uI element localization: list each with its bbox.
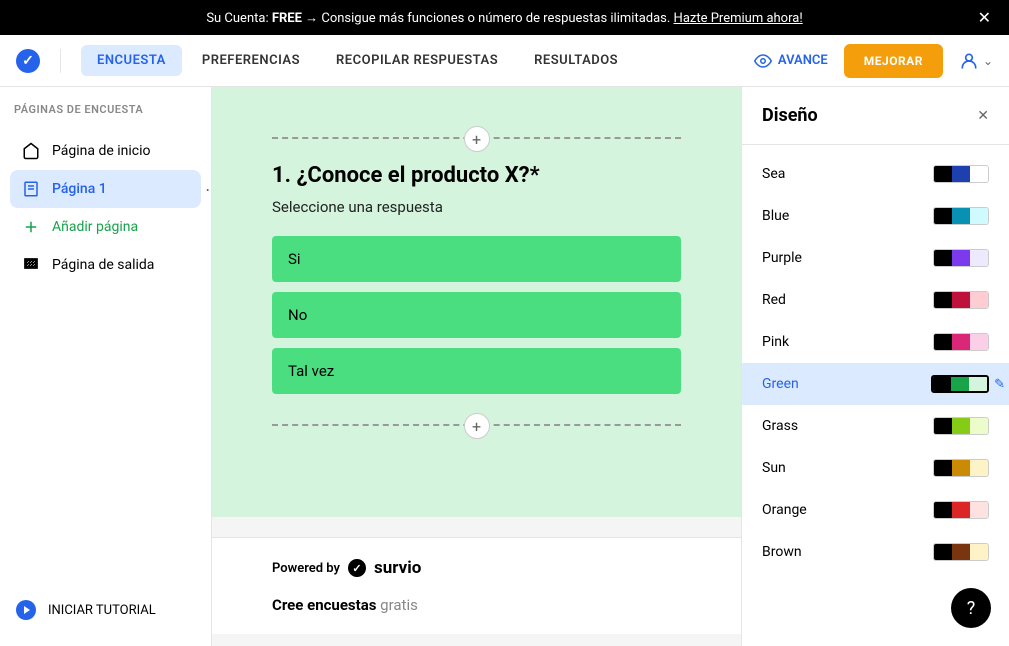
user-menu[interactable]: ⌄ xyxy=(959,51,993,71)
theme-name: Brown xyxy=(762,544,802,560)
design-panel: Diseño ✕ Sea Blue Purple Red Pink Green ✎ Grass… xyxy=(741,87,1009,646)
sidebar-item-label: Página 1 xyxy=(52,181,107,197)
theme-name: Pink xyxy=(762,334,789,350)
theme-row-purple[interactable]: Purple xyxy=(742,237,1009,279)
sidebar-item-label: Página de salida xyxy=(52,257,154,273)
home-icon xyxy=(22,142,40,160)
eye-icon xyxy=(754,52,772,70)
theme-name: Orange xyxy=(762,502,807,518)
theme-swatch xyxy=(933,417,989,435)
add-question-button[interactable]: + xyxy=(464,413,490,439)
page-icon xyxy=(22,180,40,198)
theme-row-sun[interactable]: Sun xyxy=(742,447,1009,489)
answer-option[interactable]: No xyxy=(272,292,681,338)
play-icon xyxy=(16,600,36,620)
tab-recopilar[interactable]: RECOPILAR RESPUESTAS xyxy=(320,45,514,76)
design-title: Diseño xyxy=(762,105,818,126)
theme-name: Purple xyxy=(762,250,802,266)
banner-prefix: Su Cuenta: xyxy=(206,11,272,26)
brand-logo-icon: ✓ xyxy=(348,559,366,577)
theme-swatch xyxy=(933,291,989,309)
sidebar-item-add-page[interactable]: Añadir página xyxy=(10,208,201,246)
nav-tabs: ENCUESTA PREFERENCIAS RECOPILAR RESPUEST… xyxy=(81,45,634,76)
theme-row-pink[interactable]: Pink xyxy=(742,321,1009,363)
upgrade-banner: Su Cuenta: FREE → Consigue más funciones… xyxy=(0,0,1009,35)
theme-name: Sea xyxy=(762,166,785,182)
theme-row-brown[interactable]: Brown xyxy=(742,531,1009,573)
add-divider-bottom: + xyxy=(272,424,681,426)
chevron-down-icon: ⌄ xyxy=(983,54,993,68)
brand-name: survio xyxy=(374,558,421,578)
user-icon xyxy=(959,51,979,71)
theme-list: Sea Blue Purple Red Pink Green ✎ Grass Sun Orange… xyxy=(742,145,1009,646)
plus-icon xyxy=(22,218,40,236)
preview-label: AVANCE xyxy=(778,53,828,68)
answer-option[interactable]: Si xyxy=(272,236,681,282)
tab-resultados[interactable]: RESULTADOS xyxy=(518,45,634,76)
theme-name: Blue xyxy=(762,208,789,224)
theme-swatch xyxy=(933,501,989,519)
question-title[interactable]: 1. ¿Conoce el producto X?* xyxy=(272,163,681,188)
sidebar: PÁGINAS DE ENCUESTA Página de inicio Pág… xyxy=(0,87,212,646)
tab-encuesta[interactable]: ENCUESTA xyxy=(81,45,182,76)
footer-section: Powered by ✓ survio Cree encuestas grati… xyxy=(212,537,741,634)
edit-theme-icon[interactable]: ✎ xyxy=(994,377,1005,392)
survey-canvas: + 1. ¿Conoce el producto X?* Seleccione … xyxy=(212,87,741,646)
app-logo-icon[interactable] xyxy=(16,49,40,73)
close-banner-icon[interactable]: ✕ xyxy=(978,8,991,27)
theme-swatch xyxy=(933,459,989,477)
answer-option[interactable]: Tal vez xyxy=(272,348,681,394)
sidebar-item-home[interactable]: Página de inicio xyxy=(10,132,201,170)
theme-row-grass[interactable]: Grass xyxy=(742,405,1009,447)
theme-swatch xyxy=(933,207,989,225)
theme-swatch xyxy=(933,543,989,561)
cree-text: Cree encuestas gratis xyxy=(272,596,681,614)
banner-middle: → Consigue más funciones o número de res… xyxy=(302,11,674,26)
theme-name: Red xyxy=(762,292,786,308)
theme-name: Grass xyxy=(762,418,798,434)
banner-plan: FREE xyxy=(272,11,302,26)
sidebar-title: PÁGINAS DE ENCUESTA xyxy=(10,103,201,116)
theme-swatch xyxy=(933,165,989,183)
tab-preferencias[interactable]: PREFERENCIAS xyxy=(186,45,316,76)
banner-cta-link[interactable]: Hazte Premium ahora! xyxy=(674,11,803,26)
start-tutorial-button[interactable]: INICIAR TUTORIAL xyxy=(10,590,201,630)
theme-row-green[interactable]: Green ✎ xyxy=(742,363,1009,405)
theme-row-orange[interactable]: Orange xyxy=(742,489,1009,531)
help-button[interactable]: ? xyxy=(951,588,991,628)
preview-button[interactable]: AVANCE xyxy=(754,52,828,70)
flag-icon xyxy=(22,256,40,274)
theme-row-sea[interactable]: Sea xyxy=(742,153,1009,195)
sidebar-item-exit[interactable]: Página de salida xyxy=(10,246,201,284)
close-panel-icon[interactable]: ✕ xyxy=(977,108,989,124)
header: ENCUESTA PREFERENCIAS RECOPILAR RESPUEST… xyxy=(0,35,1009,87)
sidebar-item-label: Página de inicio xyxy=(52,143,151,159)
design-header: Diseño ✕ xyxy=(742,87,1009,145)
theme-name: Sun xyxy=(762,460,786,476)
sidebar-item-label: Añadir página xyxy=(52,219,138,235)
theme-row-blue[interactable]: Blue xyxy=(742,195,1009,237)
add-question-button[interactable]: + xyxy=(464,126,490,152)
powered-label: Powered by xyxy=(272,561,340,576)
theme-swatch xyxy=(933,249,989,267)
powered-by: Powered by ✓ survio xyxy=(272,558,681,578)
upgrade-button[interactable]: MEJORAR xyxy=(844,44,943,78)
question-subtitle: Seleccione una respuesta xyxy=(272,198,681,216)
survey-page: + 1. ¿Conoce el producto X?* Seleccione … xyxy=(212,87,741,517)
add-divider-top: + xyxy=(272,137,681,139)
theme-name: Green xyxy=(762,376,799,392)
theme-row-red[interactable]: Red xyxy=(742,279,1009,321)
sidebar-item-page1[interactable]: Página 1 ⋯ xyxy=(10,170,201,208)
tutorial-label: INICIAR TUTORIAL xyxy=(48,603,156,618)
theme-swatch xyxy=(931,375,989,393)
divider xyxy=(60,49,61,73)
theme-swatch xyxy=(933,333,989,351)
